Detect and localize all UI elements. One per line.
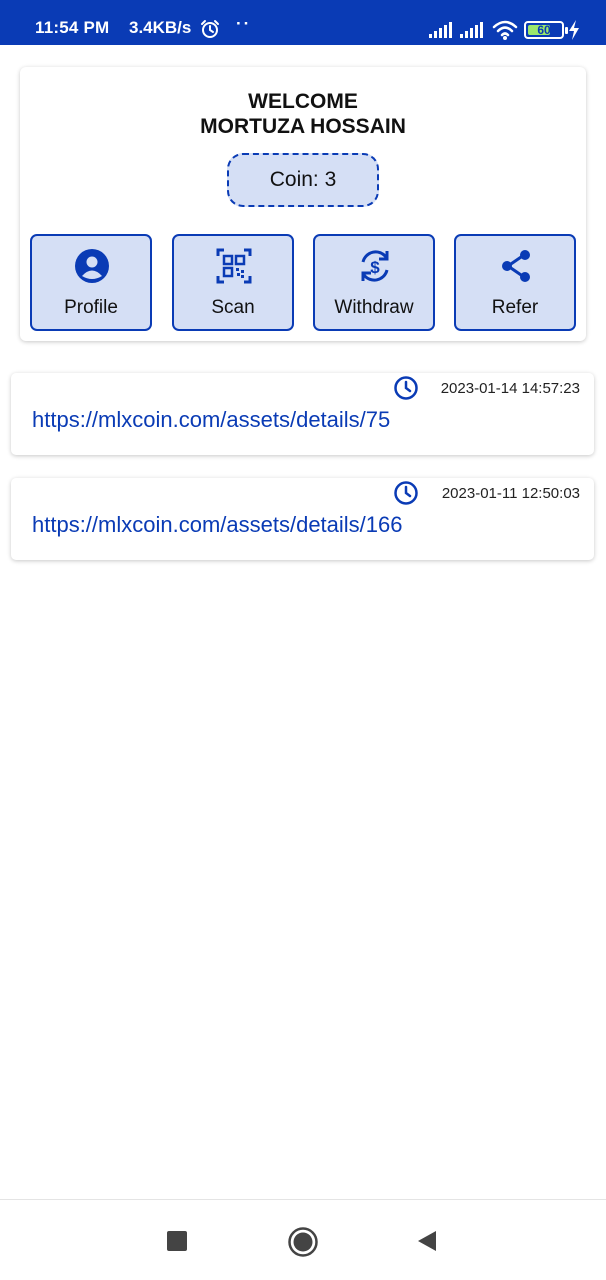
welcome-card: WELCOME MORTUZA HOSSAIN Coin: 3 Profile [20,67,586,341]
history-url-link[interactable]: https://mlxcoin.com/assets/details/75 [32,407,390,433]
system-navigation-bar [0,1199,606,1280]
alarm-icon [201,20,219,38]
svg-text:$: $ [370,258,380,277]
coin-balance-badge: Coin: 3 [227,153,379,207]
history-timestamp: 2023-01-11 12:50:03 [441,485,580,502]
recent-apps-icon[interactable] [167,1231,187,1251]
refer-button[interactable]: Refer [454,234,576,331]
clock-icon [394,481,418,505]
scan-button[interactable]: Scan [172,234,294,331]
wifi-icon [492,20,518,40]
qr-scan-icon [216,248,252,284]
home-icon[interactable] [287,1226,319,1258]
profile-button[interactable]: Profile [30,234,152,331]
signal-icon [460,22,483,38]
battery-icon: 60 [524,21,568,39]
signal-icon [429,22,452,38]
scan-label: Scan [211,297,255,318]
back-icon[interactable] [416,1229,438,1253]
share-icon [502,250,530,282]
charging-bolt-icon [569,20,579,40]
network-speed: 3.4KB/s [129,18,192,37]
history-item[interactable]: 2023-01-14 14:57:23 https://mlxcoin.com/… [11,373,594,455]
status-bar: 11:54 PM 3.4KB/s ·· 60 [0,0,606,45]
notification-dots: ·· [236,14,252,33]
profile-label: Profile [64,297,118,318]
status-time: 11:54 PM [35,18,110,37]
withdraw-label: Withdraw [334,297,414,318]
history-item[interactable]: 2023-01-11 12:50:03 https://mlxcoin.com/… [11,478,594,560]
user-name: MORTUZA HOSSAIN [200,115,406,138]
welcome-title: WELCOME [248,90,358,113]
history-url-link[interactable]: https://mlxcoin.com/assets/details/166 [32,512,403,538]
history-timestamp: 2023-01-14 14:57:23 [440,380,580,397]
battery-level: 60 [537,23,551,37]
withdraw-button[interactable]: $ Withdraw [313,234,435,331]
clock-icon [394,376,418,400]
action-buttons: Profile Scan $ Withdraw Refer [30,234,576,331]
withdraw-icon: $ [361,250,389,282]
profile-icon [75,249,109,283]
refer-label: Refer [491,297,539,318]
